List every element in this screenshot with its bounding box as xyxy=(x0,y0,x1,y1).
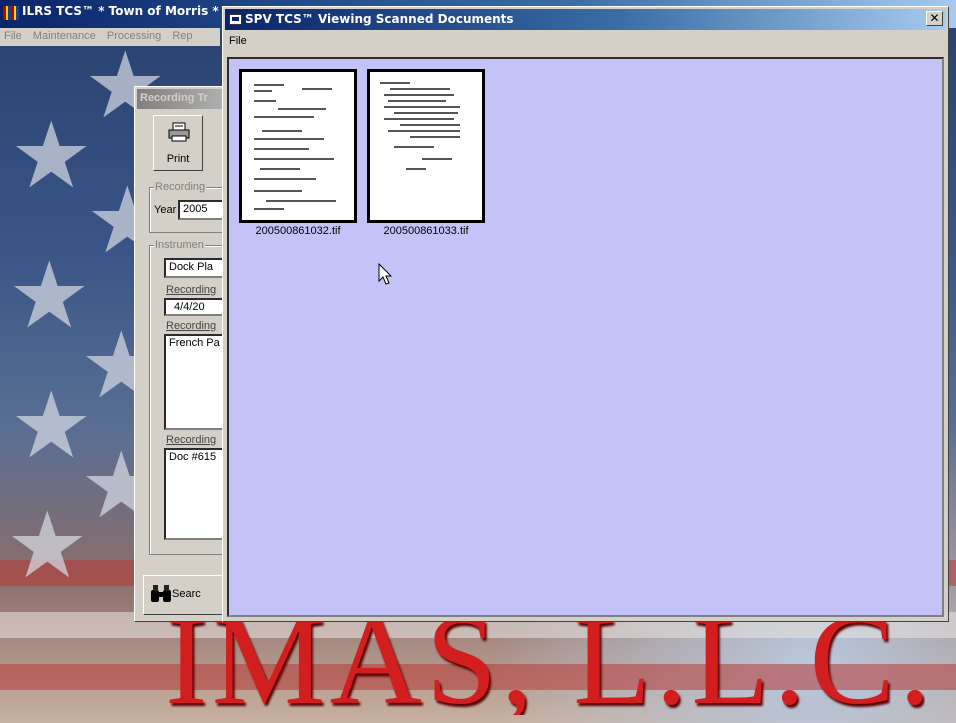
viewer-titlebar[interactable]: SPV TCS™ Viewing Scanned Documents ✕ xyxy=(225,9,946,30)
recording-group-label: Recording xyxy=(154,181,207,193)
mouse-cursor-icon xyxy=(378,263,393,285)
year-label: Year xyxy=(154,204,177,216)
document-preview-image xyxy=(367,69,485,223)
star-icon: ★ xyxy=(6,492,89,599)
binoculars-icon xyxy=(151,585,171,602)
menu-processing[interactable]: Processing xyxy=(107,30,161,42)
document-filename: 200500861033.tif xyxy=(383,225,469,237)
menu-reports[interactable]: Rep xyxy=(172,30,192,42)
main-window-title: ILRS TCS™ * Town of Morris * xyxy=(22,4,219,18)
recording-dialog-title[interactable]: Recording Tr xyxy=(137,89,233,109)
scanner-icon xyxy=(229,14,242,25)
thumbnail-area[interactable]: 200500861032.tif 200500861033.tif xyxy=(227,57,944,617)
print-button[interactable]: Print xyxy=(153,115,203,171)
star-icon: ★ xyxy=(10,102,93,209)
instrument-group-label: Instrumen xyxy=(154,239,205,251)
recording-date-label: Recording xyxy=(166,284,217,296)
menu-file[interactable]: File xyxy=(4,30,22,42)
document-preview-image xyxy=(239,69,357,223)
recording-party-label: Recording xyxy=(166,320,217,332)
recording-note-label: Recording xyxy=(166,434,217,446)
printer-icon xyxy=(168,122,190,142)
main-menubar: File Maintenance Processing Rep xyxy=(0,28,220,46)
scanned-documents-window: SPV TCS™ Viewing Scanned Documents ✕ Fil… xyxy=(222,6,949,622)
search-button[interactable]: Searc xyxy=(143,575,233,615)
document-filename: 200500861032.tif xyxy=(255,225,341,237)
viewer-title: SPV TCS™ Viewing Scanned Documents xyxy=(245,12,514,26)
viewer-menu-file[interactable]: File xyxy=(229,35,247,47)
document-thumbnail[interactable]: 200500861033.tif xyxy=(367,69,485,237)
print-label: Print xyxy=(166,153,190,165)
document-thumbnail[interactable]: 200500861032.tif xyxy=(239,69,357,237)
menu-maintenance[interactable]: Maintenance xyxy=(33,30,96,42)
search-label: Searc xyxy=(172,588,201,600)
books-icon xyxy=(3,6,19,20)
viewer-menubar: File xyxy=(225,31,946,51)
star-icon: ★ xyxy=(8,242,91,349)
recording-dialog: Recording Tr Print Recording Year 2005 I… xyxy=(134,86,236,622)
close-button[interactable]: ✕ xyxy=(926,11,943,26)
